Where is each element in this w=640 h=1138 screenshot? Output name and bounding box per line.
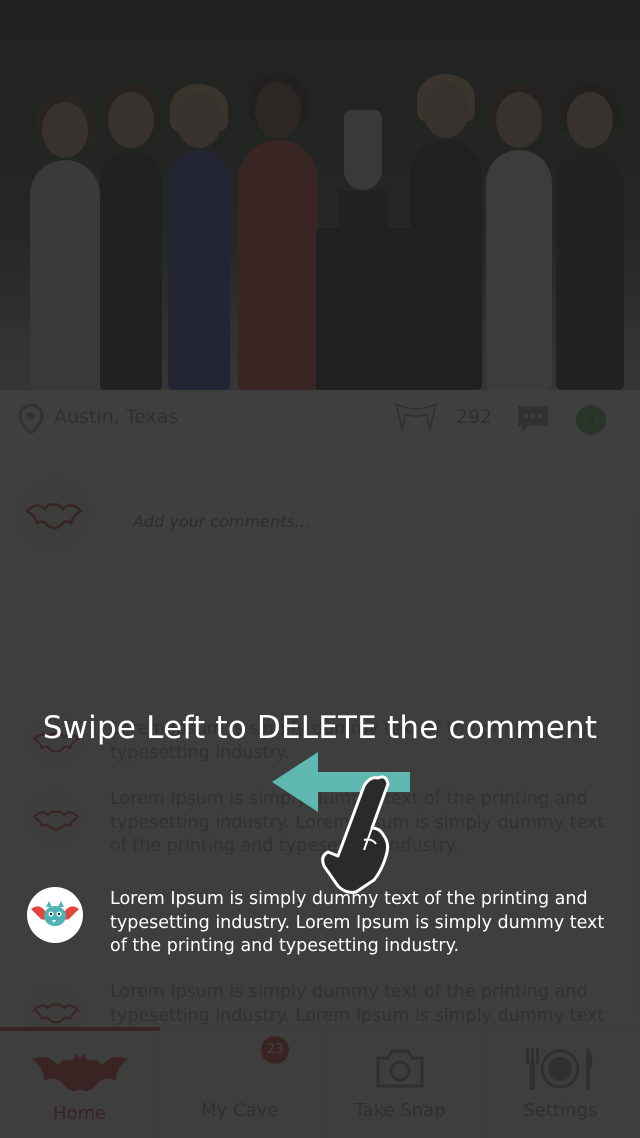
bottom-tab-bar: Home 23 My Cave Take Snap Settings xyxy=(0,1027,640,1138)
photo-person xyxy=(100,84,162,390)
swipe-hand-icon xyxy=(316,770,396,900)
cutlery-plate-icon xyxy=(522,1046,598,1096)
post-info-bar: Austin, Texas 292 4 xyxy=(0,390,640,446)
tab-label: My Cave xyxy=(201,1100,279,1121)
swipe-tutorial-message: Swipe Left to DELETE the comment xyxy=(42,710,598,746)
app-screen: Austin, Texas 292 4 Lorem Ipsum is simpl… xyxy=(0,0,640,1138)
tab-label: Settings xyxy=(523,1100,598,1121)
camera-icon xyxy=(374,1046,426,1094)
tab-label: Home xyxy=(53,1103,107,1124)
comment-compose-box[interactable] xyxy=(116,495,616,679)
photo-person xyxy=(30,94,100,390)
fangs-icon[interactable] xyxy=(394,400,438,440)
comment-input[interactable] xyxy=(117,496,615,678)
location-pin-icon xyxy=(18,403,44,438)
comment-text: Lorem Ipsum is simply dummy text of the … xyxy=(110,982,605,1026)
tab-take-snap[interactable]: Take Snap xyxy=(321,1028,481,1138)
tab-settings[interactable]: Settings xyxy=(481,1028,640,1138)
tab-my-cave[interactable]: 23 My Cave xyxy=(160,1028,321,1138)
fang-count: 292 xyxy=(456,406,493,428)
comment-count-badge: 4 xyxy=(576,405,606,435)
post-location: Austin, Texas xyxy=(54,406,179,428)
post-photo[interactable] xyxy=(0,0,640,390)
tab-label: Take Snap xyxy=(354,1100,446,1121)
photo-person xyxy=(238,74,318,390)
photo-person xyxy=(486,84,552,390)
compose-pointer xyxy=(102,528,117,548)
bat-icon xyxy=(30,1049,130,1103)
user-avatar xyxy=(16,478,90,552)
my-cave-badge: 23 xyxy=(261,1036,290,1064)
commenter-avatar xyxy=(27,790,83,846)
photo-person xyxy=(410,74,482,390)
highlighted-commenter-avatar xyxy=(27,887,83,943)
tab-home[interactable]: Home xyxy=(0,1027,161,1138)
photo-trophy-table xyxy=(316,228,420,390)
photo-person xyxy=(168,84,230,390)
comments-icon[interactable] xyxy=(516,404,550,438)
photo-trophy xyxy=(338,110,388,230)
photo-person xyxy=(556,84,624,390)
